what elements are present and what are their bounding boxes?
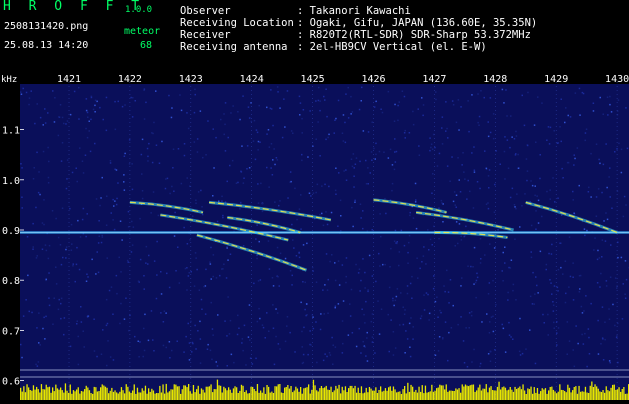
y-tick-label: 0.9 [2, 226, 20, 237]
x-tick-label: 1427 [422, 74, 446, 85]
x-tick-label: 1421 [57, 74, 81, 85]
plot-background [20, 84, 629, 400]
spectrogram-svg: 1421 1422 1423 1424 1425 1426 1427 1428 1429 1430… [0, 72, 629, 400]
counter-label: meteor [124, 26, 160, 38]
x-tick-label: 1429 [544, 74, 568, 85]
receiver-label: Receiver [180, 29, 231, 41]
observer-value: : Takanori Kawachi [297, 5, 411, 17]
x-tick-label: 1426 [361, 74, 385, 85]
location-value: : Ogaki, Gifu, JAPAN (136.60E, 35.35N) [297, 17, 537, 29]
y-tick-label: 0.8 [2, 276, 20, 287]
x-tick-label: 1422 [118, 74, 142, 85]
spectrogram-plot: 1421 1422 1423 1424 1425 1426 1427 1428 1429 1430… [0, 72, 629, 400]
receiver-value: : R820T2(RTL-SDR) SDR-Sharp 53.372MHz [297, 29, 531, 41]
antenna-label: Receiving antenna [180, 41, 287, 53]
y-tick-label: 1.0 [2, 176, 20, 187]
y-axis-label: kHz [1, 75, 17, 85]
x-tick-label: 1428 [483, 74, 507, 85]
observer-label: Observer [180, 5, 231, 17]
counter-value: 68 [140, 40, 152, 52]
x-tick-label: 1425 [301, 74, 325, 85]
antenna-value: : 2el-HB9CV Vertical (el. E-W) [297, 41, 487, 53]
app-logo: H R O F F T [3, 1, 144, 13]
location-label: Receiving Location [180, 17, 294, 29]
x-tick-label: 1423 [179, 74, 203, 85]
y-tick-label: 1.1 [2, 126, 20, 137]
file-name: 2508131420.png [4, 21, 88, 33]
x-tick-label: 1430 [605, 74, 629, 85]
file-datetime: 25.08.13 14:20 [4, 40, 88, 52]
app-version: 1.0.0 [125, 4, 152, 16]
y-tick-label: 0.7 [2, 326, 20, 337]
x-tick-label: 1424 [240, 74, 264, 85]
y-tick-label: 0.6 [2, 377, 20, 388]
header-panel: H R O F F T 1.0.0 2508131420.png 25.08.1… [0, 0, 629, 72]
